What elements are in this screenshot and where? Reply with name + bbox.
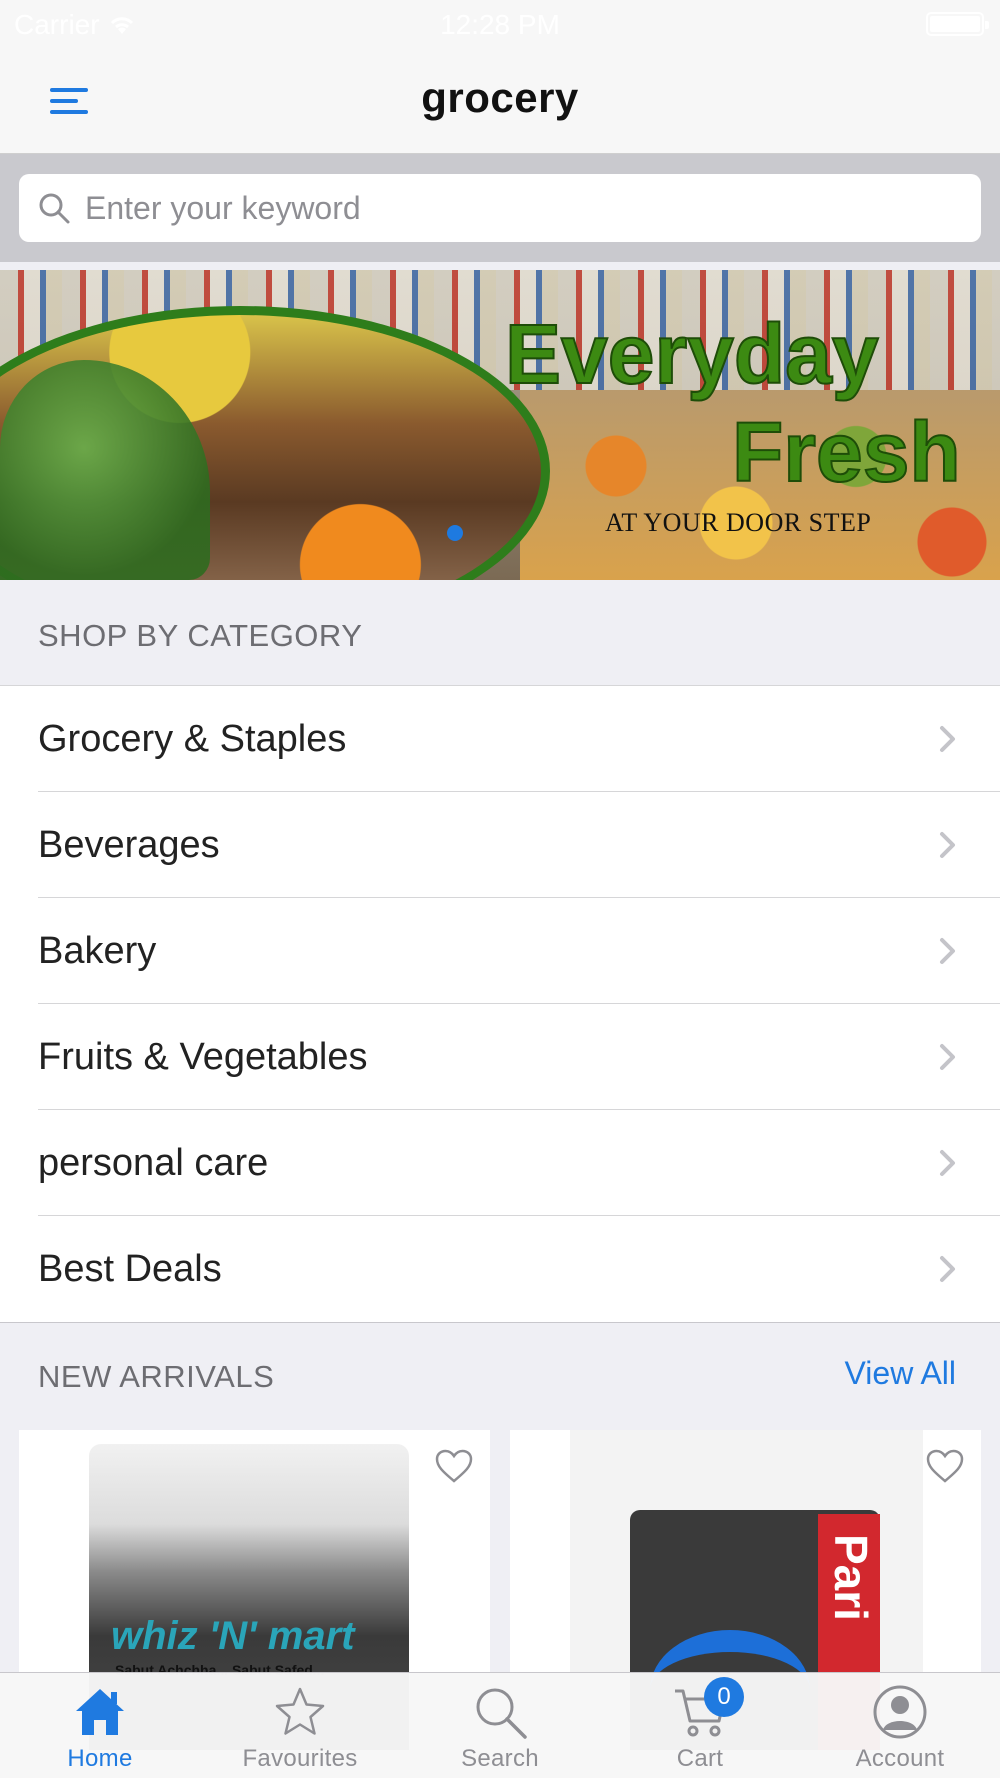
page-indicator-dot-active[interactable] [447,525,463,541]
category-item-personal-care[interactable]: personal care [0,1110,1000,1216]
tab-bar: Home Favourites Search 0 Cart Account [0,1672,1000,1778]
category-section-header: SHOP BY CATEGORY [0,580,1000,680]
cart-count-badge: 0 [704,1677,744,1717]
search-bar [0,154,1000,262]
status-time: 12:28 PM [440,9,560,40]
view-all-link[interactable]: View All [845,1355,956,1392]
category-section-title: SHOP BY CATEGORY [38,618,363,653]
category-item-label: Best Deals [38,1247,222,1290]
battery-icon [926,12,989,36]
product-brand-text: whiz 'N' mart [111,1614,355,1658]
page-title: grocery [421,74,579,121]
category-item-grocery-staples[interactable]: Grocery & Staples [0,686,1000,792]
category-item-label: Fruits & Vegetables [38,1035,368,1078]
chevron-right-icon [940,832,955,858]
status-bar: Carrier 12:28 PM [0,0,1000,50]
banner-page-indicator[interactable] [447,525,463,541]
promo-banner[interactable]: Everyday Fresh AT YOUR DOOR STEP [0,270,1000,580]
product-brand-text: Pari [825,1534,877,1621]
category-item-label: personal care [38,1141,269,1184]
star-icon [275,1687,325,1735]
search-icon [39,193,70,224]
category-item-beverages[interactable]: Beverages [0,792,1000,898]
tab-label: Cart [676,1745,724,1772]
banner-headline-line2: Fresh [731,404,962,500]
account-icon [873,1685,927,1739]
navigation-bar: grocery [0,50,1000,154]
app-screen: Carrier 12:28 PM grocery Enter your keyw… [0,0,1000,1778]
category-item-label: Bakery [38,929,157,972]
search-icon [476,1688,527,1739]
tab-search[interactable]: Search [400,1673,600,1778]
heart-icon[interactable] [925,1448,965,1484]
chevron-right-icon [940,1150,955,1176]
category-item-label: Grocery & Staples [38,717,347,760]
home-icon [76,1689,124,1735]
chevron-right-icon [940,726,955,752]
new-arrivals-title: NEW ARRIVALS [38,1359,275,1394]
chevron-right-icon [940,1256,955,1282]
tab-label: Favourites [242,1745,358,1772]
chevron-right-icon [940,938,955,964]
category-item-label: Beverages [38,823,220,866]
category-item-bakery[interactable]: Bakery [0,898,1000,1004]
tab-cart[interactable]: 0 Cart [600,1673,800,1778]
chevron-right-icon [940,1044,955,1070]
tab-account[interactable]: Account [800,1673,1000,1778]
tab-label: Home [67,1745,133,1772]
banner-headline-line1: Everyday [504,306,880,402]
banner-tagline: AT YOUR DOOR STEP [605,508,872,537]
tab-label: Search [461,1745,539,1772]
category-list: Grocery & Staples Beverages Bakery Fruit… [0,685,1000,1323]
search-input[interactable] [85,189,945,227]
tab-home[interactable]: Home [0,1673,200,1778]
category-item-fruits-vegetables[interactable]: Fruits & Vegetables [0,1004,1000,1110]
tab-favourites[interactable]: Favourites [200,1673,400,1778]
category-item-best-deals[interactable]: Best Deals [0,1216,1000,1322]
tab-label: Account [855,1745,945,1772]
search-box[interactable] [19,174,981,242]
heart-icon[interactable] [434,1448,474,1484]
